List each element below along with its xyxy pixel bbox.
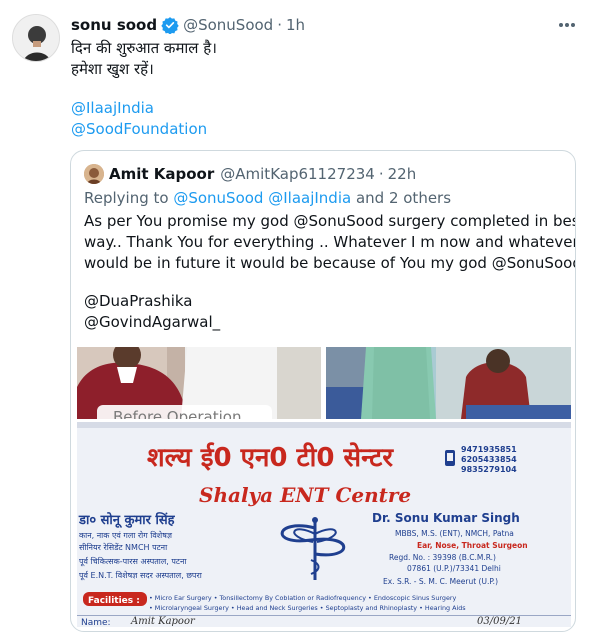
verified-badge-icon — [161, 16, 179, 35]
card-phone: 9471935851 — [461, 445, 517, 454]
card-phone: 6205433854 — [461, 455, 517, 464]
phone-icon — [445, 450, 455, 466]
author-handle[interactable]: @SonuSood — [183, 16, 273, 34]
media-image-before-operation[interactable]: Before Operation — [77, 347, 321, 419]
tweet-timestamp[interactable]: 1h — [286, 16, 305, 34]
tweet-text-line: हमेशा खुश रहें। — [71, 60, 154, 78]
card-regd-other: 07861 (U.P.)/73341 Delhi — [407, 564, 501, 573]
card-specialty: Ear, Nose, Throat Surgeon — [417, 541, 528, 550]
quoted-timestamp[interactable]: 22h — [388, 165, 417, 183]
card-doctor-hindi-desc: कान, नाक एवं गला रोग विशेषज्ञ — [79, 530, 173, 540]
replying-to: Replying to @SonuSood @IlaajIndia and 2 … — [84, 188, 451, 208]
mention-link[interactable]: @IlaajIndia — [71, 98, 207, 119]
card-doctor-name: Dr. Sonu Kumar Singh — [372, 511, 520, 525]
card-english-title: Shalya ENT Centre — [199, 483, 411, 507]
quoted-mention: @DuaPrashika — [84, 292, 193, 310]
separator-dot: · — [277, 16, 282, 34]
more-horizontal-icon[interactable] — [556, 16, 578, 34]
replying-to-suffix[interactable]: and 2 others — [351, 189, 451, 207]
quoted-text-line: way.. Thank You for everything .. Whatev… — [84, 233, 576, 251]
quoted-author-name[interactable]: Amit Kapoor — [109, 165, 214, 183]
quoted-text-line: As per You promise my god @SonuSood surg… — [84, 212, 576, 230]
card-hindi-title: शल्य ई0 एन0 टी0 सेन्टर — [147, 442, 394, 473]
quoted-text: As per You promise my god @SonuSood surg… — [84, 211, 576, 274]
card-facilities-line: • Microlaryngeal Surgery • Head and Neck… — [149, 604, 466, 612]
media-image-clinic-card[interactable]: शल्य ई0 एन0 टी0 सेन्टर Shalya ENT Centre… — [77, 422, 571, 627]
tweet-text: दिन की शुरुआत कमाल है। हमेशा खुश रहें। — [71, 38, 217, 80]
replying-to-users[interactable]: @SonuSood @IlaajIndia — [173, 189, 351, 207]
card-doctor-hindi-desc: पूर्व चिकित्सक-पारस अस्पताल, पटना — [79, 556, 187, 567]
overlay-text: Before Operation — [97, 405, 272, 419]
card-facilities-line: • Micro Ear Surgery • Tonsillectomy By C… — [149, 594, 457, 602]
quoted-tweet[interactable]: Amit Kapoor @AmitKap61127234 · 22h Reply… — [70, 150, 576, 632]
card-qualifications: MBBS, M.S. (ENT), NMCH, Patna — [395, 529, 514, 538]
card-doctor-hindi-desc: पूर्व E.N.T. विशेषज्ञ सदर अस्पताल, छपरा — [79, 570, 203, 581]
card-doctor-hindi-desc: सीनियर रेसिडेंट NMCH पटना — [79, 542, 168, 552]
quoted-mentions: @DuaPrashika @GovindAgarwal_ — [84, 291, 220, 333]
tweet-mentions: @IlaajIndia @SoodFoundation — [71, 98, 207, 140]
quoted-author-avatar[interactable] — [84, 164, 104, 184]
mention-link[interactable]: @SoodFoundation — [71, 119, 207, 140]
tweet[interactable]: sonu sood @SonuSood · 1h दिन की शुरुआत क… — [0, 0, 594, 644]
card-name-value: Amit Kapoor — [130, 616, 196, 627]
quoted-text-line: would be in future it would be because o… — [84, 254, 576, 272]
separator-dot: · — [378, 165, 384, 183]
media-grid[interactable]: Before Operation शल्य ई0 एन0 टी0 सेन्टर … — [77, 347, 571, 627]
card-doctor-hindi: डा० सोनू कुमार सिंह — [78, 511, 176, 528]
quoted-header: Amit Kapoor @AmitKap61127234 · 22h — [109, 163, 416, 185]
quoted-author-handle[interactable]: @AmitKap61127234 — [220, 165, 375, 183]
author-name[interactable]: sonu sood — [71, 16, 157, 34]
author-avatar[interactable] — [12, 14, 60, 62]
card-ex: Ex. S.R. - S. M. C. Meerut (U.P.) — [383, 577, 498, 586]
card-phone: 9835279104 — [461, 465, 517, 474]
card-date-value: 03/09/21 — [477, 616, 522, 627]
card-regd: Regd. No. : 39398 (B.C.M.R.) — [389, 553, 496, 562]
tweet-text-line: दिन की शुरुआत कमाल है। — [71, 39, 217, 57]
replying-to-prefix: Replying to — [84, 189, 174, 207]
card-facilities-label: Facilities : — [88, 596, 140, 606]
card-name-label: Name: — [81, 618, 111, 627]
media-image-hospital[interactable] — [326, 347, 571, 419]
tweet-header: sonu sood @SonuSood · 1h — [71, 14, 305, 36]
quoted-mention: @GovindAgarwal_ — [84, 313, 221, 331]
